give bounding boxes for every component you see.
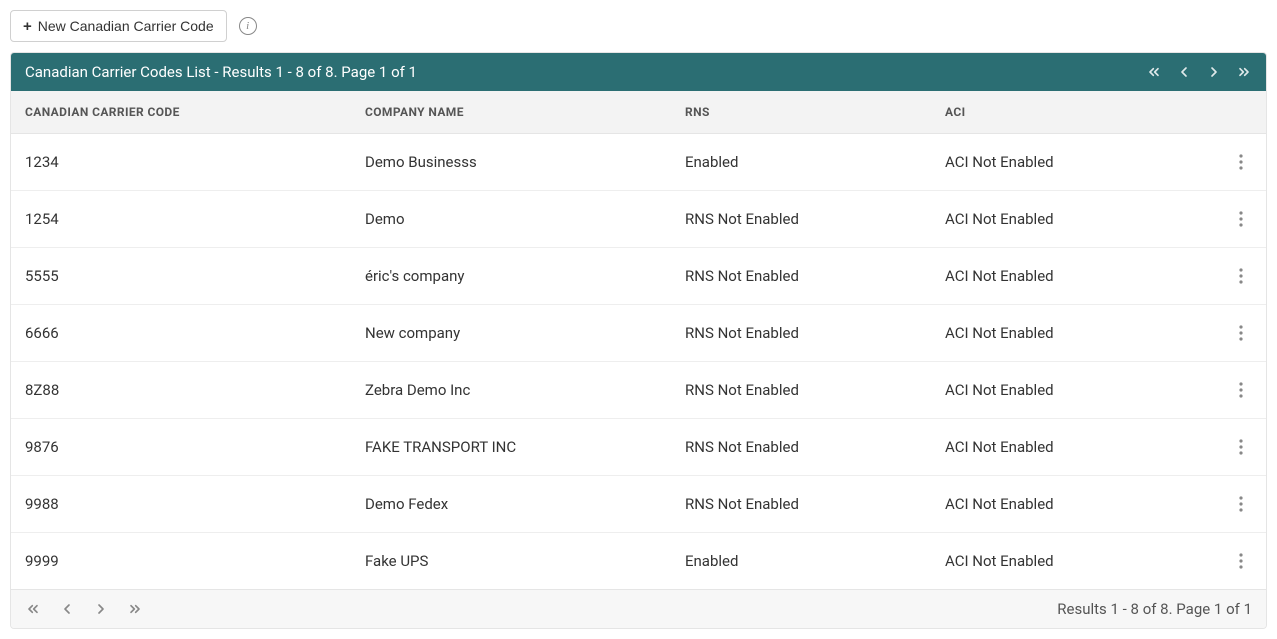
cell-company: New company bbox=[351, 308, 671, 358]
last-page-icon[interactable] bbox=[127, 601, 143, 617]
next-page-icon[interactable] bbox=[1206, 64, 1222, 80]
row-actions-icon[interactable] bbox=[1230, 549, 1252, 573]
cell-actions bbox=[1216, 191, 1266, 247]
cell-aci: ACI Not Enabled bbox=[931, 137, 1216, 187]
cell-code: 5555 bbox=[11, 251, 351, 301]
cell-code: 6666 bbox=[11, 308, 351, 358]
first-page-icon[interactable] bbox=[25, 601, 41, 617]
cell-rns: Enabled bbox=[671, 536, 931, 586]
footer-summary: Results 1 - 8 of 8. Page 1 of 1 bbox=[1057, 600, 1252, 618]
table-row: 9876FAKE TRANSPORT INCRNS Not EnabledACI… bbox=[11, 419, 1266, 476]
cell-actions bbox=[1216, 305, 1266, 361]
cell-company: FAKE TRANSPORT INC bbox=[351, 422, 671, 472]
carrier-codes-table: CANADIAN CARRIER CODE COMPANY NAME RNS A… bbox=[11, 91, 1266, 589]
cell-company: Fake UPS bbox=[351, 536, 671, 586]
cell-code: 9999 bbox=[11, 536, 351, 586]
prev-page-icon[interactable] bbox=[59, 601, 75, 617]
table-row: 6666New companyRNS Not EnabledACI Not En… bbox=[11, 305, 1266, 362]
cell-aci: ACI Not Enabled bbox=[931, 365, 1216, 415]
cell-rns: RNS Not Enabled bbox=[671, 194, 931, 244]
col-header-company[interactable]: COMPANY NAME bbox=[351, 91, 671, 133]
new-carrier-code-button[interactable]: + New Canadian Carrier Code bbox=[10, 10, 227, 42]
plus-icon: + bbox=[23, 19, 32, 34]
table-row: 5555éric's companyRNS Not EnabledACI Not… bbox=[11, 248, 1266, 305]
panel-header-title: Canadian Carrier Codes List - Results 1 … bbox=[25, 63, 417, 81]
footer-pager bbox=[25, 601, 143, 617]
new-button-label: New Canadian Carrier Code bbox=[38, 18, 214, 34]
cell-company: Demo bbox=[351, 194, 671, 244]
row-actions-icon[interactable] bbox=[1230, 378, 1252, 402]
next-page-icon[interactable] bbox=[93, 601, 109, 617]
col-header-actions bbox=[1216, 91, 1266, 133]
cell-actions bbox=[1216, 362, 1266, 418]
cell-rns: RNS Not Enabled bbox=[671, 422, 931, 472]
table-row: 8Z88Zebra Demo IncRNS Not EnabledACI Not… bbox=[11, 362, 1266, 419]
row-actions-icon[interactable] bbox=[1230, 150, 1252, 174]
col-header-aci[interactable]: ACI bbox=[931, 91, 1216, 133]
cell-company: Demo Businesss bbox=[351, 137, 671, 187]
table-row: 9988Demo FedexRNS Not EnabledACI Not Ena… bbox=[11, 476, 1266, 533]
col-header-rns[interactable]: RNS bbox=[671, 91, 931, 133]
table-row: 9999Fake UPSEnabledACI Not Enabled bbox=[11, 533, 1266, 589]
row-actions-icon[interactable] bbox=[1230, 492, 1252, 516]
cell-actions bbox=[1216, 248, 1266, 304]
table-header-row: CANADIAN CARRIER CODE COMPANY NAME RNS A… bbox=[11, 91, 1266, 134]
panel-footer: Results 1 - 8 of 8. Page 1 of 1 bbox=[11, 589, 1266, 628]
col-header-code[interactable]: CANADIAN CARRIER CODE bbox=[11, 91, 351, 133]
cell-actions bbox=[1216, 533, 1266, 589]
cell-aci: ACI Not Enabled bbox=[931, 422, 1216, 472]
row-actions-icon[interactable] bbox=[1230, 207, 1252, 231]
cell-rns: RNS Not Enabled bbox=[671, 308, 931, 358]
cell-aci: ACI Not Enabled bbox=[931, 308, 1216, 358]
cell-actions bbox=[1216, 134, 1266, 190]
cell-code: 1254 bbox=[11, 194, 351, 244]
first-page-icon[interactable] bbox=[1146, 64, 1162, 80]
row-actions-icon[interactable] bbox=[1230, 435, 1252, 459]
info-icon[interactable]: i bbox=[239, 17, 257, 35]
cell-code: 1234 bbox=[11, 137, 351, 187]
prev-page-icon[interactable] bbox=[1176, 64, 1192, 80]
cell-aci: ACI Not Enabled bbox=[931, 536, 1216, 586]
cell-code: 8Z88 bbox=[11, 365, 351, 415]
cell-company: Demo Fedex bbox=[351, 479, 671, 529]
cell-aci: ACI Not Enabled bbox=[931, 479, 1216, 529]
cell-code: 9988 bbox=[11, 479, 351, 529]
cell-company: éric's company bbox=[351, 251, 671, 301]
cell-aci: ACI Not Enabled bbox=[931, 251, 1216, 301]
cell-aci: ACI Not Enabled bbox=[931, 194, 1216, 244]
panel-header: Canadian Carrier Codes List - Results 1 … bbox=[11, 53, 1266, 91]
row-actions-icon[interactable] bbox=[1230, 321, 1252, 345]
cell-rns: RNS Not Enabled bbox=[671, 365, 931, 415]
cell-rns: RNS Not Enabled bbox=[671, 479, 931, 529]
cell-code: 9876 bbox=[11, 422, 351, 472]
row-actions-icon[interactable] bbox=[1230, 264, 1252, 288]
cell-rns: RNS Not Enabled bbox=[671, 251, 931, 301]
table-row: 1234Demo BusinesssEnabledACI Not Enabled bbox=[11, 134, 1266, 191]
cell-actions bbox=[1216, 476, 1266, 532]
carrier-codes-panel: Canadian Carrier Codes List - Results 1 … bbox=[10, 52, 1267, 629]
table-row: 1254DemoRNS Not EnabledACI Not Enabled bbox=[11, 191, 1266, 248]
header-pager bbox=[1146, 64, 1252, 80]
cell-rns: Enabled bbox=[671, 137, 931, 187]
cell-company: Zebra Demo Inc bbox=[351, 365, 671, 415]
last-page-icon[interactable] bbox=[1236, 64, 1252, 80]
cell-actions bbox=[1216, 419, 1266, 475]
